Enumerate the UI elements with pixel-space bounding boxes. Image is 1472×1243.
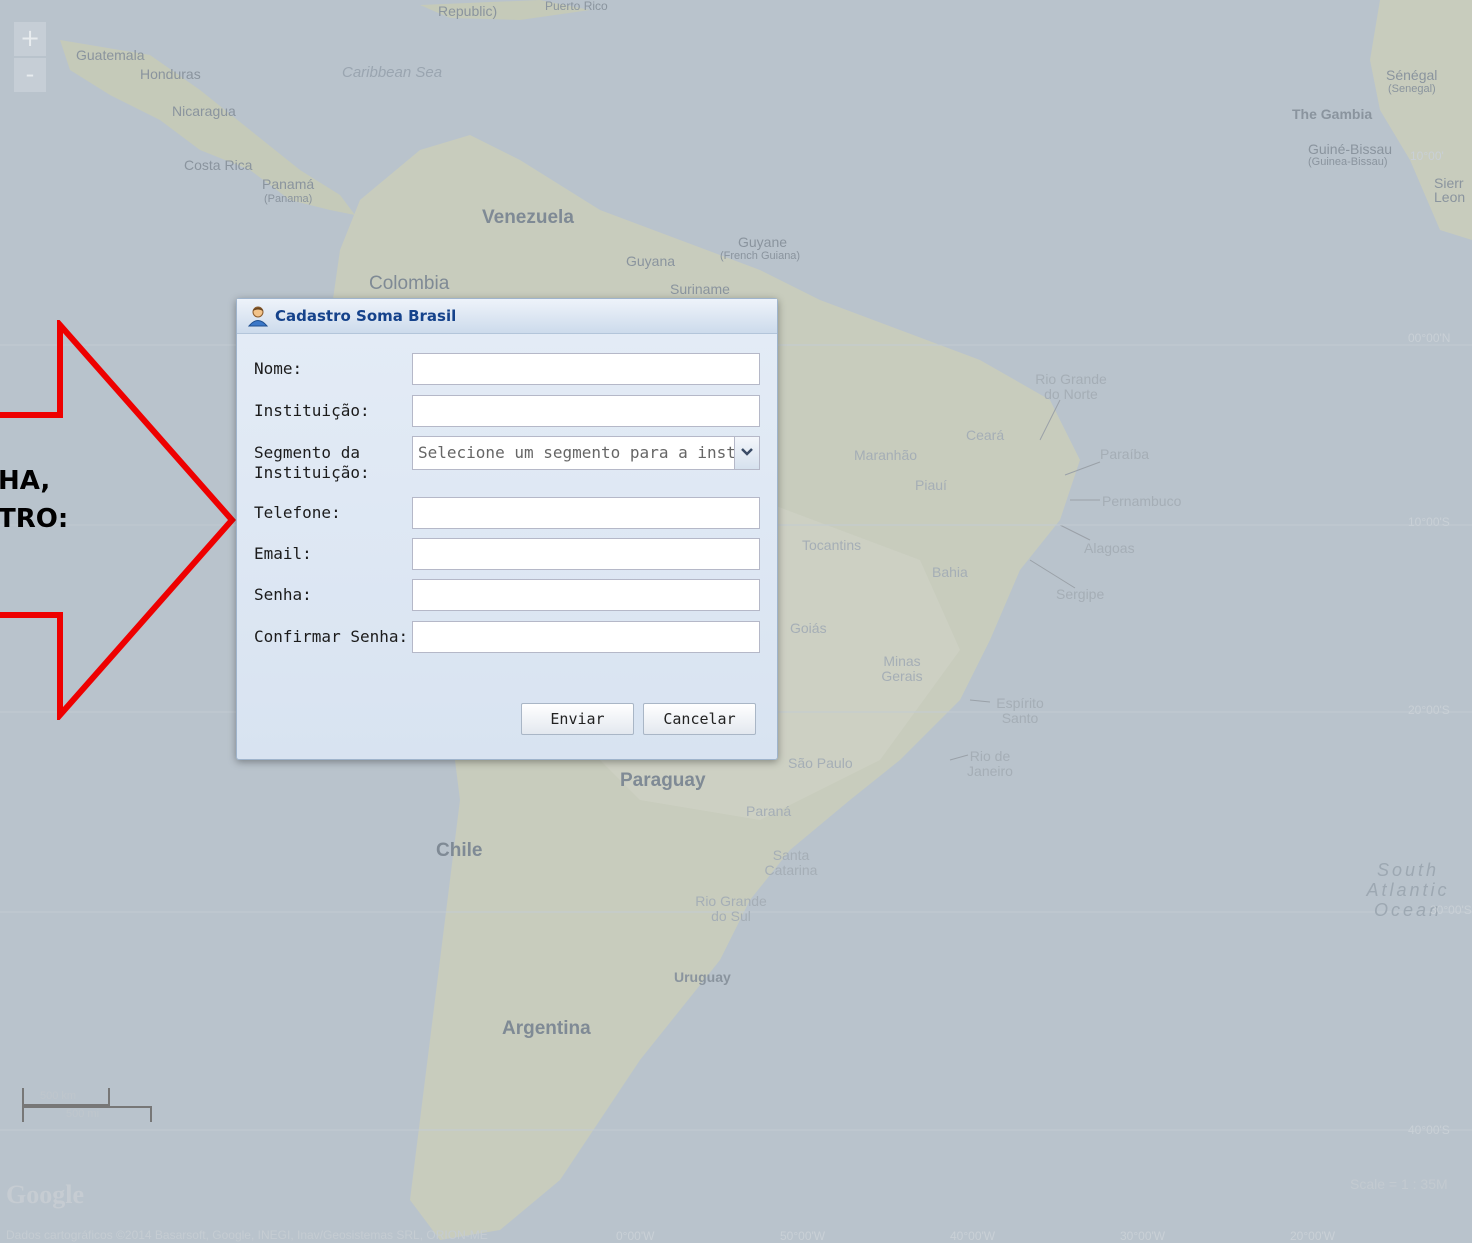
- map-label-guinea-bissau-sub: (Guinea-Bissau): [1308, 156, 1388, 168]
- zoom-in-button[interactable]: +: [14, 22, 46, 56]
- map-label-espirito-santo: Espírito Santo: [996, 695, 1044, 726]
- map-coord-30w: 30°00'W: [1120, 1229, 1166, 1243]
- map-label-rio-de-janeiro: Rio de Janeiro: [967, 748, 1013, 779]
- map-scale-ratio: Scale = 1 : 35M: [1350, 1176, 1448, 1192]
- google-logo[interactable]: Google: [6, 1180, 84, 1210]
- callout-text: HA, TRO:: [0, 462, 68, 538]
- map-label-venezuela: Venezuela: [482, 207, 574, 228]
- map-label-senegal-sub: (Senegal): [1388, 83, 1436, 95]
- map-label-santa-catarina: Santa Catarina: [764, 847, 818, 878]
- segmento-label-line-1: Segmento da: [254, 443, 360, 462]
- map-label-republic: Republic): [438, 3, 498, 19]
- map-label-piaui: Piauí: [915, 477, 947, 493]
- confirmar-senha-input[interactable]: [412, 621, 760, 653]
- segmento-label: Segmento da Instituição:: [254, 443, 370, 483]
- map-label-rio-grande-do-norte: Rio Grande do Norte: [1035, 371, 1107, 402]
- map-label-parana: Paraná: [746, 803, 792, 819]
- map-coord-40w: 40°00'W: [950, 1229, 996, 1243]
- map-label-nicaragua: Nicaragua: [172, 103, 236, 119]
- map-label-gambia: The Gambia: [1292, 106, 1373, 122]
- nome-input[interactable]: [412, 353, 760, 385]
- user-icon: [247, 306, 269, 327]
- scale-km: 500 km: [40, 1090, 77, 1102]
- map-label-argentina: Argentina: [502, 1018, 591, 1039]
- map-label-maranhao: Maranhão: [854, 447, 918, 463]
- map-coord-50w: 50°00'W: [780, 1229, 826, 1243]
- map-label-rio-grande-do-sul: Rio Grande do Sul: [695, 893, 767, 924]
- map-coord-30s: 30°00'S: [1430, 903, 1472, 917]
- map-label-ceara: Ceará: [966, 427, 1005, 443]
- telefone-label: Telefone:: [254, 503, 341, 522]
- map-label-tocantins: Tocantins: [802, 537, 862, 553]
- map-label-guatemala: Guatemala: [76, 47, 145, 63]
- instituicao-label: Instituição:: [254, 401, 370, 420]
- map-coord-0: 00°00'N: [1408, 331, 1451, 345]
- map-attribution: Dados cartográficos ©2014 Basarsoft, Goo…: [6, 1228, 488, 1242]
- email-label: Email:: [254, 544, 312, 563]
- map-label-caribbean: Caribbean Sea: [342, 64, 443, 81]
- map-label-bahia: Bahia: [932, 564, 968, 580]
- map-label-pernambuco: Pernambuco: [1102, 493, 1182, 509]
- callout-line-1: HA,: [0, 466, 51, 496]
- callout-line-2: TRO:: [0, 504, 69, 534]
- map-label-chile: Chile: [436, 840, 483, 861]
- segmento-label-line-2: Instituição:: [254, 463, 370, 482]
- segmento-select[interactable]: Selecione um segmento para a instituição: [412, 436, 760, 470]
- map-label-alagoas: Alagoas: [1084, 540, 1135, 556]
- map-label-puerto-rico: Puerto Rico: [545, 0, 608, 13]
- senha-label: Senha:: [254, 585, 312, 604]
- map-label-costa-rica: Costa Rica: [184, 157, 253, 173]
- enviar-button[interactable]: Enviar: [521, 703, 634, 735]
- map-label-panama: Panamá: [262, 176, 315, 192]
- map-coord-10n: 10°00': [1410, 149, 1444, 163]
- map-label-sao-paulo: São Paulo: [788, 755, 853, 771]
- segmento-dropdown-trigger[interactable]: [734, 437, 759, 469]
- map-label-paraiba: Paraíba: [1100, 446, 1150, 462]
- map-label-guyana: Guyana: [626, 253, 676, 269]
- telefone-input[interactable]: [412, 497, 760, 529]
- cancelar-button[interactable]: Cancelar: [643, 703, 756, 735]
- instituicao-input[interactable]: [412, 395, 760, 427]
- map-label-minas-gerais: Minas Gerais: [881, 653, 923, 684]
- map-label-colombia: Colombia: [369, 273, 450, 294]
- map-coord-20w: 20°00'W: [1290, 1229, 1336, 1243]
- senha-input[interactable]: [412, 579, 760, 611]
- map-scale-bar: 500 km 500 mi: [22, 1088, 152, 1124]
- map-label-guyane: Guyane: [738, 234, 788, 250]
- cadastro-dialog: Cadastro Soma Brasil Nome: Instituição: …: [236, 298, 778, 760]
- map-label-goias: Goiás: [790, 620, 827, 636]
- dialog-title-bar[interactable]: Cadastro Soma Brasil: [237, 299, 777, 334]
- map-coord-10s: 10°00'S: [1408, 515, 1450, 529]
- map-label-honduras: Honduras: [140, 66, 201, 82]
- map-label-sergipe: Sergipe: [1056, 586, 1105, 602]
- map-label-uruguay: Uruguay: [674, 969, 731, 985]
- map-label-suriname: Suriname: [670, 281, 730, 297]
- map-coord-60w: 0°00'W: [616, 1229, 655, 1243]
- map-label-paraguay: Paraguay: [620, 770, 706, 791]
- segmento-placeholder: Selecione um segmento para a instituição: [418, 443, 734, 462]
- scale-mi: 500 mi: [66, 1108, 100, 1120]
- email-input[interactable]: [412, 538, 760, 570]
- nome-label: Nome:: [254, 359, 303, 378]
- map-coord-20s: 20°00'S: [1408, 703, 1450, 717]
- dialog-title: Cadastro Soma Brasil: [275, 307, 457, 325]
- map-label-senegal: Sénégal: [1386, 67, 1438, 83]
- confirmar-senha-label: Confirmar Senha:: [254, 627, 409, 646]
- map-coord-40s: 40°00'S: [1408, 1123, 1450, 1137]
- map-label-guyane-sub: (French Guiana): [720, 250, 801, 262]
- map-label-sierra-leone: Sierr Leon: [1434, 175, 1466, 205]
- chevron-down-icon: [741, 448, 753, 456]
- map-label-guinea-bissau: Guiné-Bissau: [1308, 141, 1393, 157]
- map-label-panama-sub: (Panama): [264, 193, 313, 205]
- zoom-out-button[interactable]: -: [14, 58, 46, 92]
